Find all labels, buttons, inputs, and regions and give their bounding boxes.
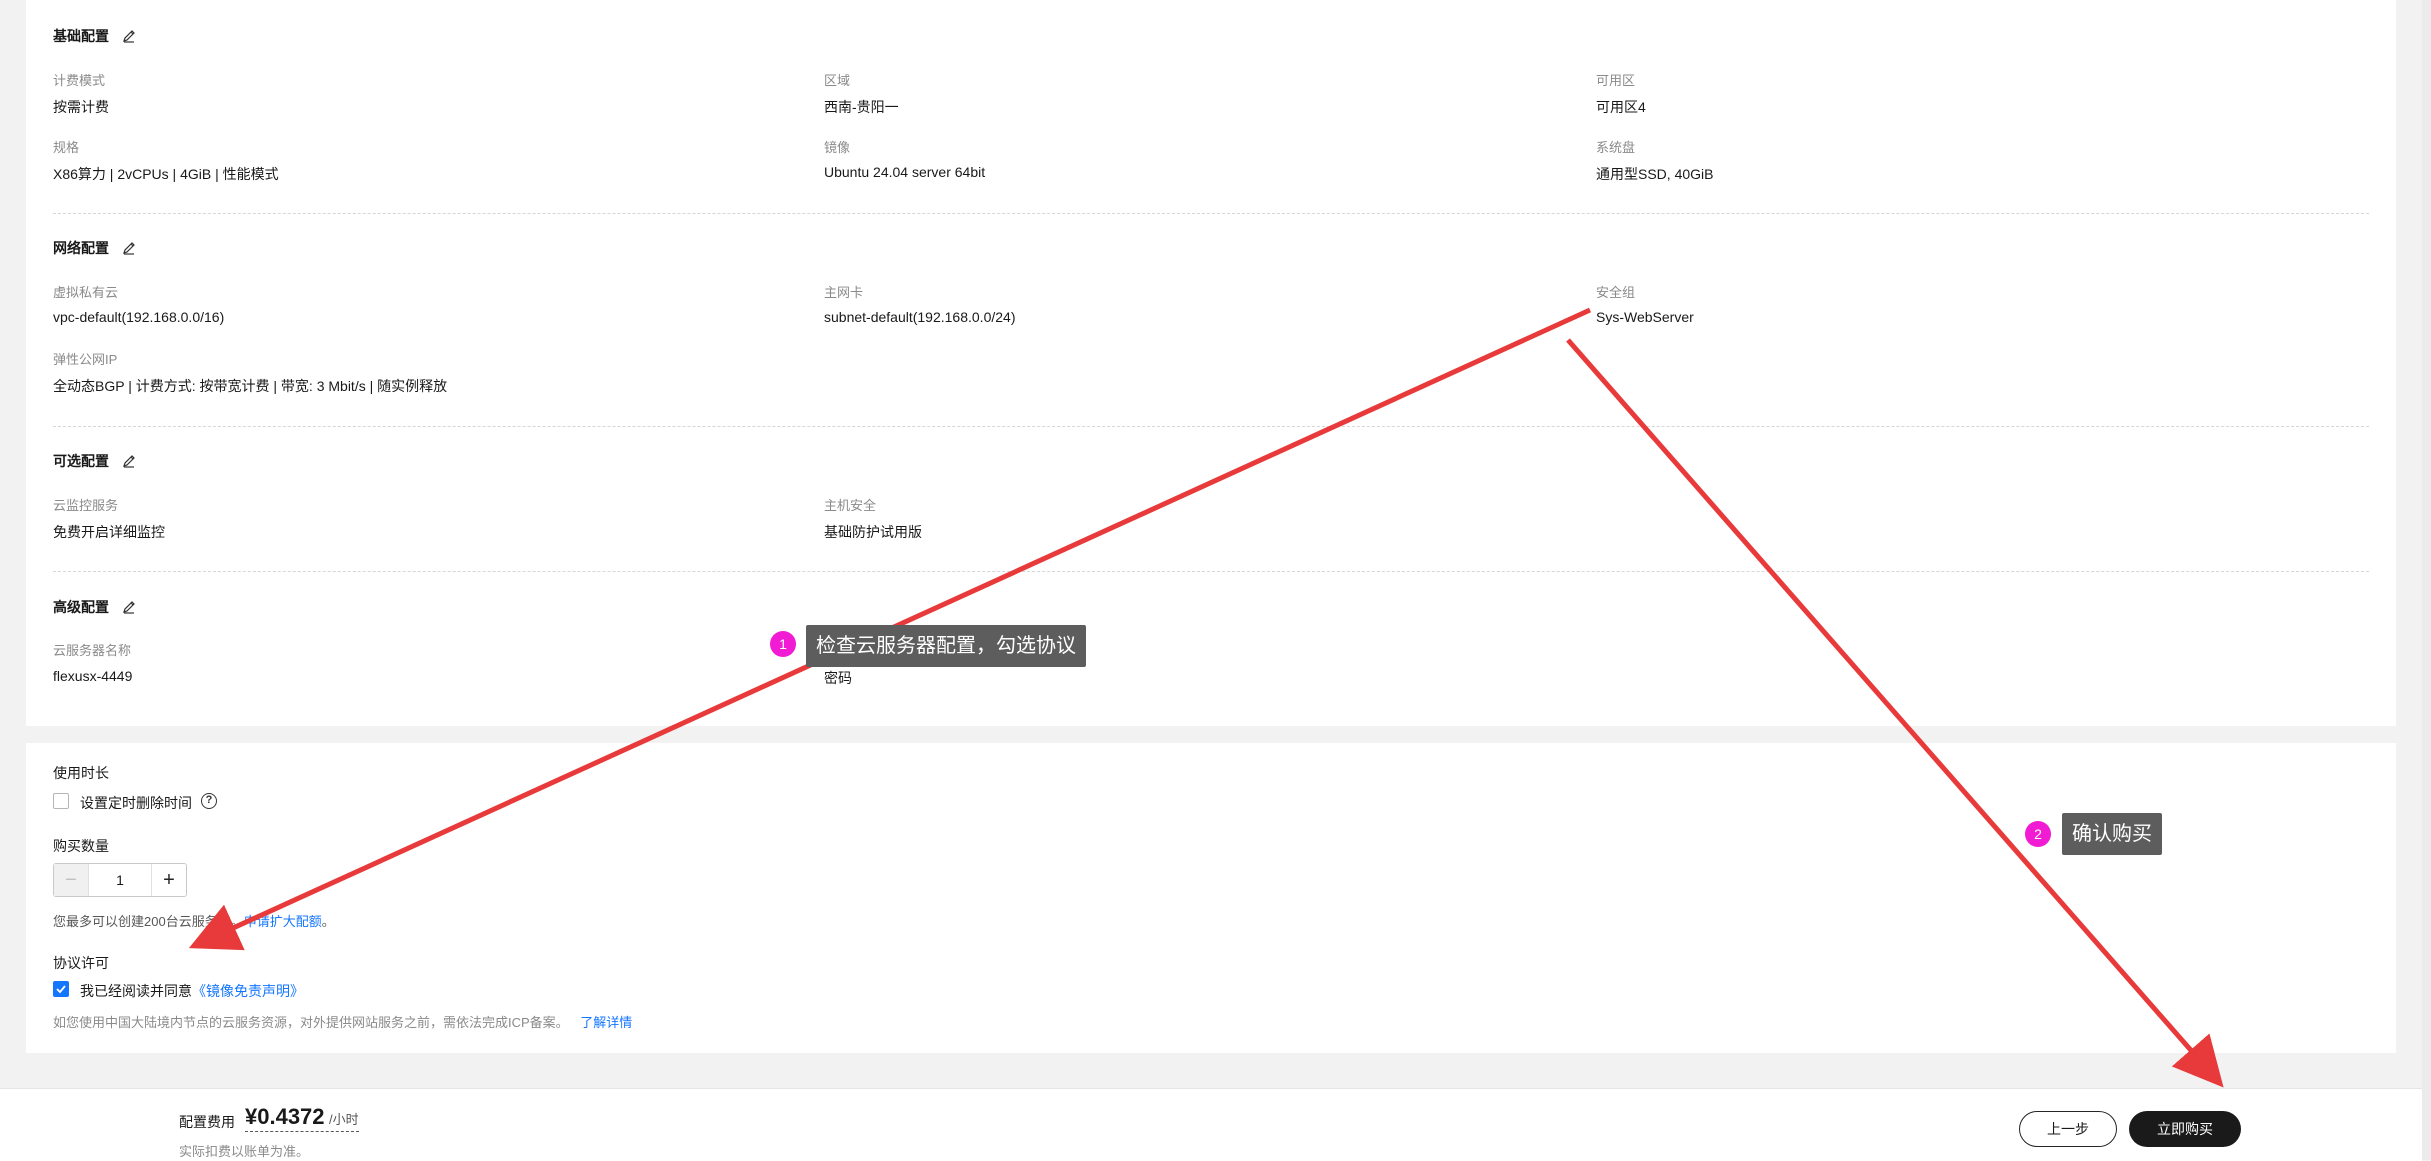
fee-amount[interactable]: ¥0.4372 /小时 [245,1104,359,1132]
security-group-label: 安全组 [1596,285,1636,300]
host-security-label: 主机安全 [824,498,877,513]
spec-label: 规格 [53,140,80,155]
monitor-label: 云监控服务 [53,498,119,513]
previous-step-button[interactable]: 上一步 [2019,1111,2117,1147]
basic-config-title-text: 基础配置 [53,28,109,44]
fee-price: ¥0.4372 [245,1104,325,1129]
az-value: 可用区4 [1596,99,1646,115]
annotation-badge-2: 2 [2025,821,2051,847]
server-name-value: flexusx-4449 [53,668,133,684]
page-scrollbar[interactable] [2422,0,2431,1160]
agreement-checkbox[interactable] [53,981,69,997]
buy-now-button[interactable]: 立即购买 [2129,1111,2241,1147]
edit-icon[interactable] [121,599,137,615]
network-config-title-text: 网络配置 [53,240,109,256]
edit-icon[interactable] [121,240,137,256]
timed-delete-label[interactable]: 设置定时删除时间 [80,793,192,813]
nic-label: 主网卡 [824,285,864,300]
quantity-minus-button[interactable]: − [54,864,89,896]
fee-note: 实际扣费以账单为准。 [179,1144,310,1159]
image-disclaimer-link[interactable]: 《镜像免责声明》 [192,983,304,999]
network-config-title: 网络配置 [53,238,137,258]
purchase-options-card: 使用时长 设置定时删除时间 ? 购买数量 − 1 + 您最多可以创建200台云服… [26,743,2396,1053]
spec-value: X86算力 | 2vCPUs | 4GiB | 性能模式 [53,166,279,182]
password-value: 密码 [824,670,852,686]
server-name-label: 云服务器名称 [53,643,132,658]
icp-text: 如您使用中国大陆境内节点的云服务资源，对外提供网站服务之前，需依法完成ICP备案… [53,1015,569,1030]
quota-limit-text: 您最多可以创建200台云服务器。 [53,914,244,929]
edit-icon[interactable] [121,28,137,44]
vpc-value: vpc-default(192.168.0.0/16) [53,309,225,325]
agree-text: 我已经阅读并同意 [80,983,192,999]
monitor-value: 免费开启详细监控 [53,524,165,540]
timed-delete-checkbox[interactable] [53,793,69,809]
fee-unit: /小时 [328,1112,359,1127]
quantity-plus-button[interactable]: + [151,864,186,896]
quota-text: 您最多可以创建200台云服务器。申请扩大配额。 [53,911,335,930]
config-summary-card: 基础配置 计费模式 按需计费 区域 西南-贵阳一 可用区 可用区4 规格 X86… [26,0,2396,726]
nic-value: subnet-default(192.168.0.0/24) [824,309,1016,325]
quantity-title: 购买数量 [53,838,109,854]
section-divider [53,426,2369,427]
quantity-stepper: − 1 + [53,863,187,897]
footer-bar: 配置费用 ¥0.4372 /小时 实际扣费以账单为准。 上一步 立即购买 [0,1088,2422,1161]
icp-notice: 如您使用中国大陆境内节点的云服务资源，对外提供网站服务之前，需依法完成ICP备案… [53,1012,632,1031]
section-divider [53,571,2369,572]
system-disk-label: 系统盘 [1596,140,1636,155]
advanced-config-title-text: 高级配置 [53,599,109,615]
advanced-config-title: 高级配置 [53,597,137,617]
image-value: Ubuntu 24.04 server 64bit [824,164,986,180]
icp-learn-more-link[interactable]: 了解详情 [580,1015,632,1030]
optional-config-title: 可选配置 [53,451,137,471]
agreement-text: 我已经阅读并同意《镜像免责声明》 [80,981,304,1001]
az-label: 可用区 [1596,73,1636,88]
basic-config-title: 基础配置 [53,26,137,46]
region-value: 西南-贵阳一 [824,99,899,115]
quantity-input[interactable]: 1 [89,864,151,896]
host-security-value: 基础防护试用版 [824,524,922,540]
billing-mode-value: 按需计费 [53,99,109,115]
apply-quota-link[interactable]: 申请扩大配额 [244,914,322,929]
edit-icon[interactable] [121,453,137,469]
annotation-callout-2: 确认购买 [2062,813,2162,855]
optional-config-title-text: 可选配置 [53,453,109,469]
system-disk-value: 通用型SSD, 40GiB [1596,166,1714,182]
eip-value: 全动态BGP | 计费方式: 按带宽计费 | 带宽: 3 Mbit/s | 随实… [53,378,448,394]
section-divider [53,213,2369,214]
quota-suffix: 。 [321,914,335,929]
eip-label: 弹性公网IP [53,352,118,367]
annotation-badge-1: 1 [770,631,796,657]
fee-label: 配置费用 [179,1114,235,1130]
help-icon[interactable]: ? [201,793,217,809]
security-group-value: Sys-WebServer [1596,309,1694,325]
region-label: 区域 [824,73,851,88]
vpc-label: 虚拟私有云 [53,285,119,300]
duration-title: 使用时长 [53,765,109,781]
annotation-callout-1: 检查云服务器配置，勾选协议 [806,625,1086,667]
billing-mode-label: 计费模式 [53,73,106,88]
image-label: 镜像 [824,140,851,155]
agreement-title: 协议许可 [53,955,109,971]
